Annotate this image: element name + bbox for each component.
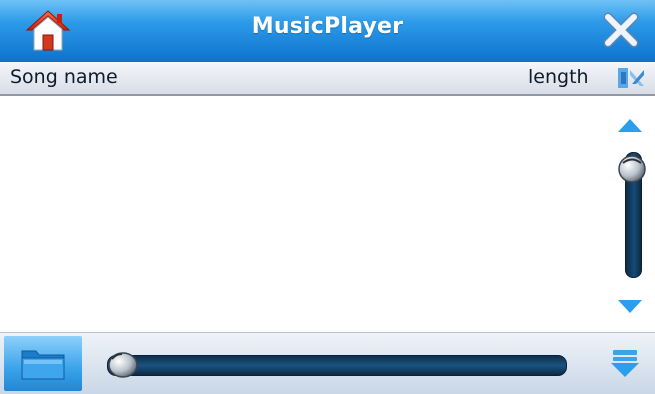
scroll-up-button[interactable] <box>616 116 644 136</box>
playback-progress-thumb[interactable] <box>106 350 140 380</box>
app-title: MusicPlayer <box>251 14 404 39</box>
list-header: Song name length <box>0 62 655 96</box>
folder-icon <box>21 350 65 380</box>
song-name-column-header[interactable]: Song name <box>10 66 118 88</box>
title-bar: MusicPlayer <box>0 0 655 63</box>
triangle-up-icon <box>618 119 642 132</box>
playback-progress-track[interactable] <box>107 355 567 376</box>
sort-button[interactable] <box>616 66 646 90</box>
vertical-scrollbar-thumb[interactable] <box>617 153 647 185</box>
song-list[interactable] <box>0 96 600 328</box>
collapse-down-icon <box>611 350 639 377</box>
sort-icon <box>618 68 644 88</box>
length-column-header[interactable]: length <box>528 66 589 88</box>
close-icon <box>603 12 639 48</box>
scroll-down-button[interactable] <box>616 296 644 316</box>
triangle-down-icon <box>618 300 642 313</box>
close-button[interactable] <box>599 8 643 52</box>
collapse-menu-button[interactable] <box>607 346 643 380</box>
open-folder-button[interactable] <box>4 336 82 391</box>
